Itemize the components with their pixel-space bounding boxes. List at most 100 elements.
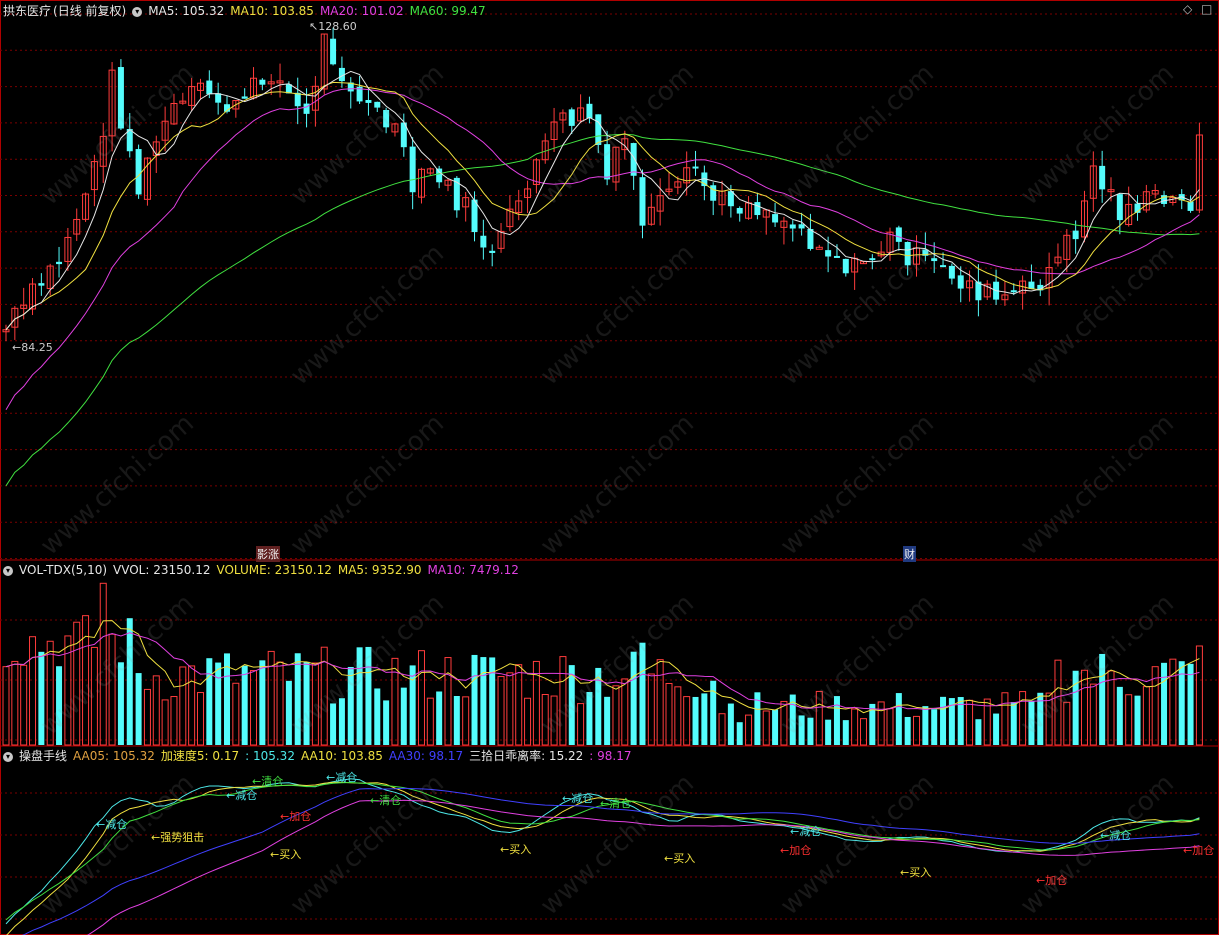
volume-bar bbox=[550, 695, 558, 746]
low-price-marker: ←84.25 bbox=[12, 341, 53, 354]
volume-bar bbox=[152, 675, 160, 746]
candle-body bbox=[789, 224, 796, 229]
candle-body bbox=[931, 258, 938, 262]
candle-body bbox=[710, 185, 717, 201]
signal-label: ←买入 bbox=[500, 843, 532, 856]
dropdown-icon[interactable]: ▾ bbox=[3, 565, 13, 576]
volume-bar bbox=[815, 690, 823, 746]
volume-bar bbox=[683, 696, 691, 746]
ma5-line bbox=[5, 70, 1200, 331]
volume-bar bbox=[294, 653, 301, 745]
candle-body bbox=[630, 143, 637, 176]
volume-bar bbox=[647, 673, 655, 746]
volume-bar bbox=[2, 666, 10, 746]
volume-bar bbox=[1010, 702, 1017, 745]
volume-bar bbox=[135, 673, 142, 745]
volume-bar bbox=[1125, 694, 1133, 746]
volume-bar bbox=[1142, 686, 1150, 746]
candle-body bbox=[480, 235, 487, 248]
candle-body bbox=[842, 258, 849, 274]
volume-bar bbox=[665, 682, 673, 746]
dropdown-icon[interactable]: ▾ bbox=[132, 6, 143, 17]
candle-body bbox=[833, 255, 840, 258]
volume-bar bbox=[126, 618, 133, 745]
volume-indicator: MA5: 9352.90 bbox=[337, 563, 422, 577]
volume-bar bbox=[1063, 701, 1071, 746]
volume-bar bbox=[259, 660, 266, 745]
candle-body bbox=[798, 224, 805, 229]
volume-bar bbox=[877, 701, 885, 746]
event-marker-right[interactable]: 财 bbox=[903, 546, 916, 562]
ma-indicator: MA10: 103.85 bbox=[230, 4, 314, 18]
volume-bar bbox=[718, 713, 726, 746]
dropdown-icon[interactable]: ▾ bbox=[3, 751, 13, 762]
candle-body bbox=[807, 228, 814, 249]
volume-bar bbox=[1089, 683, 1097, 746]
candle-body bbox=[409, 146, 416, 193]
signal-label: ←加仓 bbox=[280, 810, 312, 823]
collapse-icon[interactable]: □ bbox=[1201, 3, 1212, 15]
candle-body bbox=[568, 109, 575, 126]
signal-label: ←减仓 bbox=[1100, 829, 1132, 842]
signal-label: ←减仓 bbox=[562, 792, 594, 805]
ma20-line bbox=[5, 88, 1200, 411]
volume-bar bbox=[117, 662, 124, 745]
candle-body bbox=[957, 275, 964, 289]
volume-bar bbox=[303, 661, 310, 745]
ma60-line bbox=[5, 133, 1200, 487]
volume-bar bbox=[833, 696, 840, 745]
volume-indicator: VOLUME: 23150.12 bbox=[216, 563, 332, 577]
volume-bar bbox=[639, 642, 646, 745]
ma-indicator: MA5: 105.32 bbox=[148, 4, 225, 18]
volume-bar bbox=[241, 665, 248, 745]
volume-bar bbox=[11, 660, 19, 746]
candle-body bbox=[895, 227, 902, 242]
volume-indicator: MA10: 7479.12 bbox=[427, 563, 519, 577]
volume-bar bbox=[656, 659, 664, 746]
volume-bar bbox=[1072, 670, 1079, 745]
period-label: (日线 前复权) bbox=[53, 4, 127, 18]
event-marker-left[interactable]: 影涨 bbox=[256, 546, 280, 562]
signal-label: ←加仓 bbox=[1036, 874, 1068, 887]
volume-bar bbox=[1161, 662, 1168, 745]
volume-bar bbox=[859, 718, 867, 746]
main-panel-header: 拱东医疗 (日线 前复权) ▾ MA5: 105.32 MA10: 103.85 MA20… bbox=[3, 3, 498, 19]
signal-label: ←减仓 bbox=[96, 818, 128, 831]
volume-bar bbox=[966, 699, 974, 746]
volume-bar bbox=[444, 657, 452, 746]
signal-label: ←清仓 bbox=[600, 797, 632, 810]
volume-bar bbox=[311, 662, 319, 746]
candle-body bbox=[815, 246, 823, 250]
volume-bar bbox=[825, 719, 832, 745]
candle-body bbox=[1187, 201, 1194, 211]
volume-bar bbox=[515, 664, 523, 746]
candle-body bbox=[639, 177, 646, 226]
signal-panel-header: ▾ 操盘手线 AA05: 105.32 加速度5: 0.17: 105.32 AA10:… bbox=[3, 748, 644, 764]
volume-bar bbox=[904, 716, 911, 745]
volume-bar bbox=[1001, 692, 1009, 746]
volume-bar bbox=[913, 715, 921, 746]
candle-body bbox=[869, 258, 876, 261]
volume-bar bbox=[383, 700, 390, 745]
signal-indicator-list: AA05: 105.32 加速度5: 0.17: 105.32 AA10: 103.… bbox=[73, 749, 638, 763]
candle-body bbox=[365, 99, 372, 103]
candle-body bbox=[772, 214, 779, 223]
candle-body bbox=[754, 202, 761, 216]
volume-bar bbox=[736, 722, 743, 745]
candle-body bbox=[206, 80, 213, 95]
volume-panel-header: ▾ VOL-TDX(5,10) VVOL: 23150.12 VOLUME: 2315… bbox=[3, 562, 531, 578]
volume-bar bbox=[196, 692, 204, 746]
signal-indicator: AA30: 98.17 bbox=[388, 749, 464, 763]
volume-bar bbox=[612, 685, 620, 746]
diamond-icon[interactable]: ◇ bbox=[1183, 3, 1192, 15]
volume-bar bbox=[1107, 670, 1115, 746]
signal-label: ←减仓 bbox=[790, 825, 822, 838]
candle-body bbox=[489, 250, 496, 253]
volume-bar bbox=[497, 676, 505, 746]
signal-indicator: AA10: 103.85 bbox=[300, 749, 383, 763]
signal-label: ←买入 bbox=[270, 848, 302, 861]
signal-indicator-name: 操盘手线 bbox=[19, 749, 68, 763]
volume-bar bbox=[179, 666, 187, 746]
volume-bar bbox=[506, 672, 514, 746]
stock-name: 拱东医疗 bbox=[3, 4, 52, 18]
